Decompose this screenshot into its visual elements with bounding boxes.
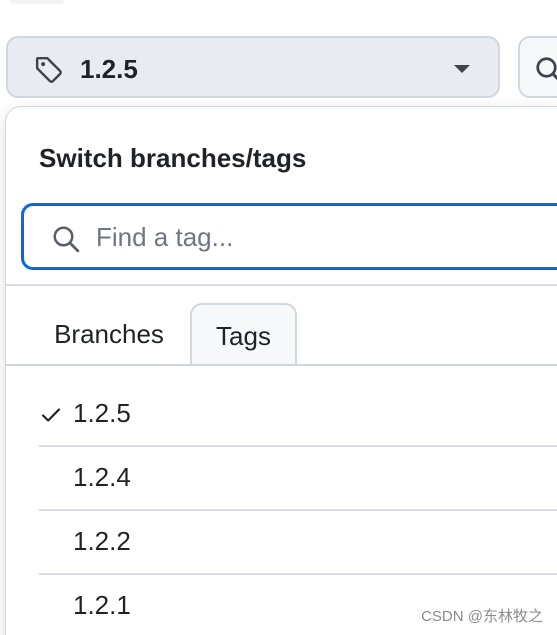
tab-tags-label: Tags [216,321,271,351]
current-ref-label: 1.2.5 [80,54,138,84]
top-toolbar-edge [10,0,64,4]
tag-filter-field[interactable] [21,203,557,270]
search-icon [536,57,557,81]
tab-bar-divider [6,364,557,366]
caret-down-icon [454,65,470,73]
tag-name: 1.2.5 [73,398,131,428]
tag-name: 1.2.1 [73,590,131,620]
tag-list-item[interactable]: 1.2.2 [39,511,557,575]
tab-tags[interactable]: Tags [190,303,297,366]
tab-branches-label: Branches [54,319,164,349]
tag-filter-input[interactable] [96,216,556,258]
tag-list-item[interactable]: 1.2.4 [39,447,557,511]
watermark: CSDN @东林牧之 [421,608,543,625]
search-icon [53,226,80,253]
tag-name: 1.2.4 [73,462,131,492]
tag-switcher-screen: 1.2.5 Switch branches/tags Branches Tags [0,0,557,635]
tag-list: 1.2.5 1.2.4 1.2.2 1.2.1 [39,383,557,635]
switch-branches-tags-panel: Switch branches/tags Branches Tags 1.2.5 [5,106,557,635]
tag-icon [35,56,62,83]
ref-selector-button[interactable]: 1.2.5 [6,36,500,98]
tag-name: 1.2.2 [73,526,131,556]
tag-list-item[interactable]: 1.2.5 [39,383,557,447]
panel-title: Switch branches/tags [39,143,307,173]
check-icon [41,408,61,422]
panel-divider [6,284,557,286]
tab-branches[interactable]: Branches [28,303,190,366]
search-button[interactable] [518,36,557,98]
